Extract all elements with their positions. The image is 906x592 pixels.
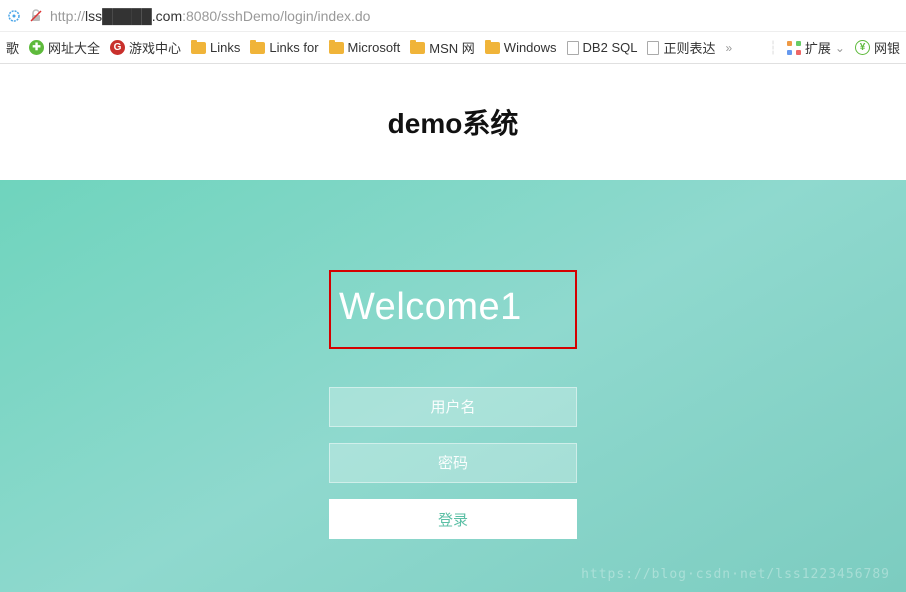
insecure-lock-icon[interactable] — [28, 8, 44, 24]
bookmark-item[interactable]: Links for — [250, 40, 318, 55]
url-host-end: .com — [152, 8, 182, 24]
bookmark-label: 游戏中心 — [129, 38, 181, 57]
url-scheme: http:// — [50, 8, 85, 24]
bookmark-label: 正则表达 — [663, 38, 715, 57]
extensions-button[interactable]: 扩展 ⌄ — [787, 38, 845, 57]
chevron-down-icon: ⌄ — [835, 41, 845, 55]
bookmark-item[interactable]: 歌 — [6, 38, 19, 57]
folder-icon — [191, 42, 206, 54]
shield-icon: ¥ — [855, 40, 870, 55]
bookmark-item[interactable]: Microsoft — [329, 40, 401, 55]
extensions-label: 扩展 — [805, 38, 831, 57]
page-header: demo系统 — [0, 64, 906, 180]
bookmark-label: DB2 SQL — [583, 40, 638, 55]
bookmark-label: 歌 — [6, 38, 19, 57]
document-icon — [567, 41, 579, 55]
url-host-masked: █████ — [102, 8, 152, 24]
bookmark-label: Links — [210, 40, 240, 55]
username-field[interactable] — [329, 387, 577, 427]
folder-icon — [250, 42, 265, 54]
bookmark-item[interactable]: G 游戏中心 — [110, 38, 181, 57]
bookmark-label: MSN 网 — [429, 38, 475, 57]
url-text[interactable]: http://lss█████.com:8080/sshDemo/login/i… — [50, 8, 370, 24]
site-icon: ✚ — [29, 40, 44, 55]
url-path: /sshDemo/login/index.do — [217, 8, 370, 24]
page-title: demo系统 — [388, 102, 519, 142]
welcome-text: Welcome1 — [339, 286, 567, 329]
bookmark-item[interactable]: Links — [191, 40, 240, 55]
folder-icon — [485, 42, 500, 54]
shield-button[interactable]: ¥ 网银 — [855, 38, 900, 57]
bookmark-label: Links for — [269, 40, 318, 55]
url-port: :8080 — [182, 8, 217, 24]
gear-icon[interactable] — [6, 8, 22, 24]
bookmark-item[interactable]: 正则表达 — [647, 38, 715, 57]
page: demo系统 Welcome1 登录 https://blog·csdn·net… — [0, 64, 906, 592]
folder-icon — [329, 42, 344, 54]
bookmark-item[interactable]: Windows — [485, 40, 557, 55]
bookmark-item[interactable]: DB2 SQL — [567, 40, 638, 55]
address-bar: http://lss█████.com:8080/sshDemo/login/i… — [0, 0, 906, 32]
site-icon: G — [110, 40, 125, 55]
document-icon — [647, 41, 659, 55]
welcome-highlight-frame: Welcome1 — [329, 270, 577, 349]
bookmark-label: Microsoft — [348, 40, 401, 55]
login-box: Welcome1 登录 — [329, 270, 577, 592]
password-field[interactable] — [329, 443, 577, 483]
bookmark-bar: 歌 ✚网址大全 G游戏中心 Links Links for Microsoft … — [0, 32, 906, 64]
url-host-start: lss — [85, 8, 102, 24]
extensions-icon — [787, 41, 801, 55]
watermark-text: https://blog·csdn·net/lss1223456789 — [581, 567, 890, 582]
bookmark-overflow[interactable]: » — [725, 41, 732, 55]
bookmark-label: Windows — [504, 40, 557, 55]
bookmark-item[interactable]: MSN 网 — [410, 38, 475, 57]
login-button[interactable]: 登录 — [329, 499, 577, 539]
login-panel: Welcome1 登录 https://blog·csdn·net/lss122… — [0, 180, 906, 592]
bookmark-item[interactable]: ✚ 网址大全 — [29, 38, 100, 57]
separator: ┆ — [769, 40, 777, 56]
folder-icon — [410, 42, 425, 54]
bookmark-label: 网址大全 — [48, 38, 100, 57]
shield-label: 网银 — [874, 38, 900, 57]
